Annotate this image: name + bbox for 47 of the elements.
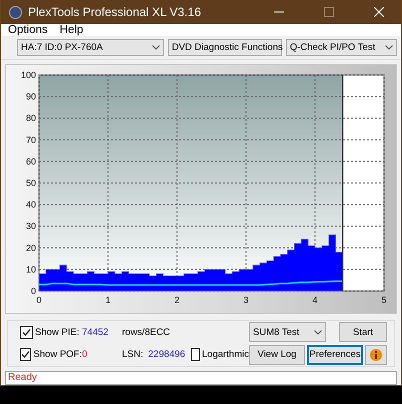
menu-item[interactable]: Help <box>58 24 84 36</box>
app-icon <box>9 6 22 18</box>
y-tick-label: 60 <box>26 156 36 166</box>
push-button[interactable]: Preferences <box>307 344 363 364</box>
x-tick-label: 1 <box>106 295 110 305</box>
dropdown[interactable]: Q-Check PI/PO Test <box>286 39 397 56</box>
push-button[interactable]: View Log <box>249 344 305 364</box>
y-tick-label: 20 <box>26 242 36 253</box>
x-tick-label: 4 <box>312 295 318 305</box>
caret-icon <box>152 45 160 50</box>
menu-item[interactable]: Options <box>7 24 49 36</box>
info-button[interactable] <box>365 344 387 364</box>
checkbox-label: Logarthmic <box>202 349 249 360</box>
y-tick-label: 90 <box>26 92 36 102</box>
y-tick-label: 80 <box>26 113 36 124</box>
pie-count: 74452 <box>82 326 110 338</box>
dropdown[interactable]: DVD Diagnostic Functions <box>168 39 282 56</box>
x-tick-label: 5 <box>382 295 386 305</box>
x-tick-label: 2 <box>174 295 180 305</box>
pof-count: 0 <box>82 349 88 360</box>
info-icon <box>370 348 382 360</box>
checkbox-label: Show PIE: <box>35 326 80 338</box>
y-tick-label: 70 <box>26 134 36 145</box>
checkbox[interactable] <box>20 348 32 361</box>
lsn-label: LSN: <box>122 349 144 360</box>
checkbox[interactable] <box>20 326 33 339</box>
close-button[interactable] <box>374 7 384 17</box>
dropdown[interactable]: SUM8 Test <box>249 322 326 342</box>
x-tick-label: 3 <box>244 295 248 305</box>
y-tick-label: 0 <box>30 286 36 296</box>
window-title: PlexTools Professional XL V3.16 <box>28 5 202 19</box>
y-tick-label: 50 <box>26 178 36 188</box>
checkbox[interactable] <box>191 348 200 361</box>
y-tick-label: 100 <box>20 70 36 80</box>
caret-icon <box>385 45 393 50</box>
checkbox-label: Show POF: <box>33 349 82 360</box>
status-bar: Ready <box>5 370 397 385</box>
y-tick-label: 30 <box>26 221 36 232</box>
push-button[interactable]: Start <box>339 322 387 342</box>
lsn-value: 2298496 <box>148 349 186 360</box>
x-tick-label: 0 <box>36 295 42 305</box>
caret-icon <box>314 330 322 335</box>
unit-label: rows/8ECC <box>121 326 172 338</box>
minimize-button[interactable] <box>274 11 284 13</box>
y-tick-label: 10 <box>26 264 36 274</box>
y-tick-label: 40 <box>26 200 36 210</box>
dropdown[interactable]: HA:7 ID:0 PX-760A <box>17 39 164 56</box>
